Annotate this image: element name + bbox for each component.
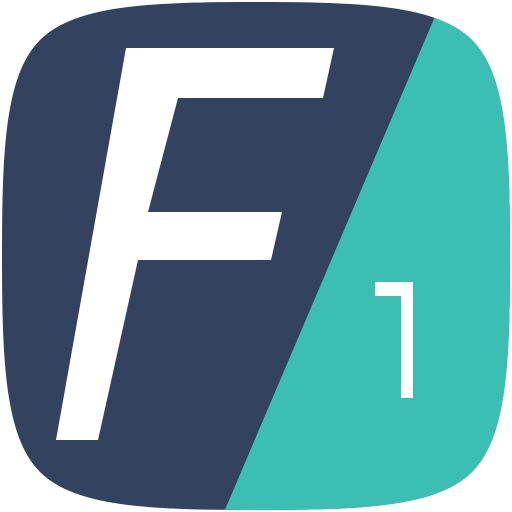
app-icon-graphic xyxy=(2,2,510,510)
app-icon[interactable] xyxy=(0,0,512,512)
